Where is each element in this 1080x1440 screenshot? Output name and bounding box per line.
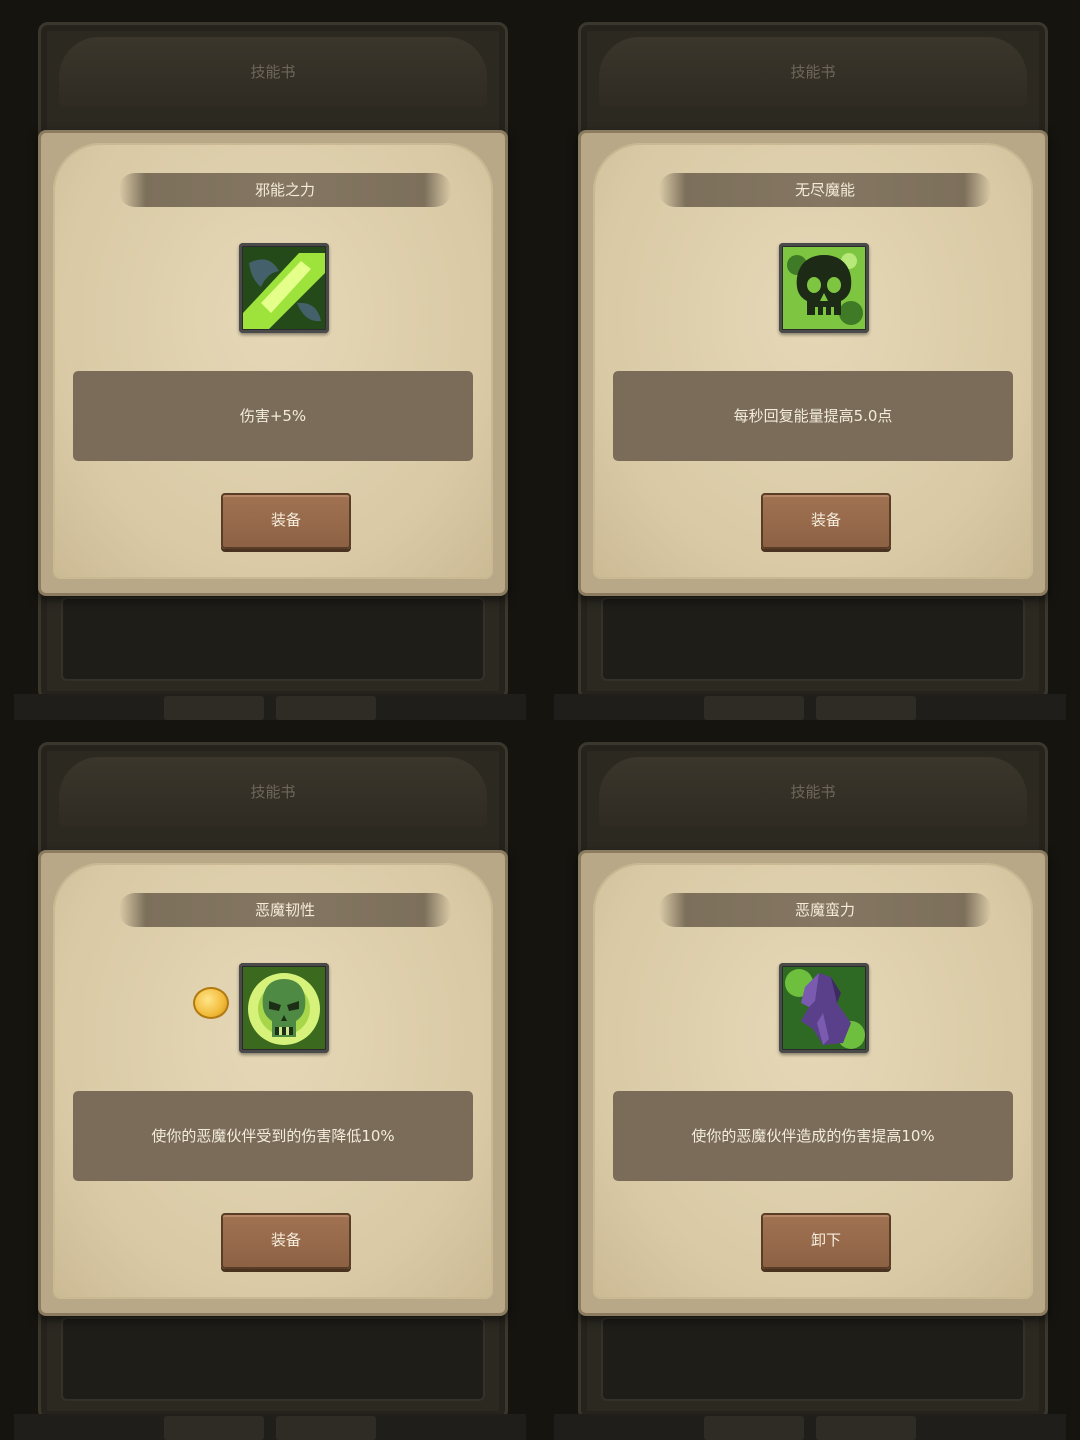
unequip-button[interactable]: 卸下 <box>761 1213 891 1269</box>
panel-skill-3: 技能书 恶魔韧性 使你的恶魔伙伴受到的伤害降低10% 装备 <box>0 720 540 1440</box>
demon-skull-icon <box>239 963 329 1053</box>
footer-tabs <box>14 694 526 720</box>
skill-title: 恶魔韧性 <box>119 893 451 927</box>
demon-hand-icon <box>779 963 869 1053</box>
tab-chip <box>164 1416 264 1440</box>
book-slot <box>601 1317 1025 1401</box>
book-slot <box>61 1317 485 1401</box>
skill-card: 恶魔蛮力 使你的恶魔伙伴造成的伤害提高10% 卸下 <box>578 850 1048 1316</box>
skill-description: 使你的恶魔伙伴造成的伤害提高10% <box>613 1091 1013 1181</box>
tab-chip <box>164 696 264 720</box>
book-title: 技能书 <box>250 783 296 801</box>
card-inner: 无尽魔能 每秒回复能量提高5.0点 装备 <box>593 143 1033 579</box>
tab-chip <box>816 696 916 720</box>
book-slot <box>61 597 485 681</box>
book-title: 技能书 <box>790 63 836 81</box>
skill-card: 邪能之力 伤害+5% 装备 <box>38 130 508 596</box>
footer-tabs <box>554 694 1066 720</box>
equip-button[interactable]: 装备 <box>221 1213 351 1269</box>
book-slot <box>601 597 1025 681</box>
skill-card: 恶魔韧性 使你的恶魔伙伴受到的伤害降低10% 装备 <box>38 850 508 1316</box>
tab-chip <box>276 696 376 720</box>
tab-chip <box>704 696 804 720</box>
panel-skill-4: 技能书 恶魔蛮力 使你的恶魔伙伴造成的伤害提高10% 卸下 <box>540 720 1080 1440</box>
footer-tabs <box>554 1414 1066 1440</box>
skill-title: 恶魔蛮力 <box>659 893 991 927</box>
card-inner: 恶魔韧性 使你的恶魔伙伴受到的伤害降低10% 装备 <box>53 863 493 1299</box>
equip-button[interactable]: 装备 <box>761 493 891 549</box>
skill-description: 每秒回复能量提高5.0点 <box>613 371 1013 461</box>
panel-skill-1: 技能书 邪能之力 伤害+5% 装备 <box>0 0 540 720</box>
skill-card: 无尽魔能 每秒回复能量提高5.0点 装备 <box>578 130 1048 596</box>
equip-button[interactable]: 装备 <box>221 493 351 549</box>
card-inner: 邪能之力 伤害+5% 装备 <box>53 143 493 579</box>
skill-title: 邪能之力 <box>119 173 451 207</box>
skill-description: 使你的恶魔伙伴受到的伤害降低10% <box>73 1091 473 1181</box>
book-title: 技能书 <box>790 783 836 801</box>
card-inner: 恶魔蛮力 使你的恶魔伙伴造成的伤害提高10% 卸下 <box>593 863 1033 1299</box>
skull-icon <box>779 243 869 333</box>
tab-chip <box>704 1416 804 1440</box>
tab-chip <box>276 1416 376 1440</box>
coin-icon <box>193 987 229 1019</box>
panel-skill-2: 技能书 无尽魔能 每秒回复能量提高5.0点 装备 <box>540 0 1080 720</box>
fel-claw-icon <box>239 243 329 333</box>
tab-chip <box>816 1416 916 1440</box>
footer-tabs <box>14 1414 526 1440</box>
skill-title: 无尽魔能 <box>659 173 991 207</box>
book-title: 技能书 <box>250 63 296 81</box>
skill-description: 伤害+5% <box>73 371 473 461</box>
